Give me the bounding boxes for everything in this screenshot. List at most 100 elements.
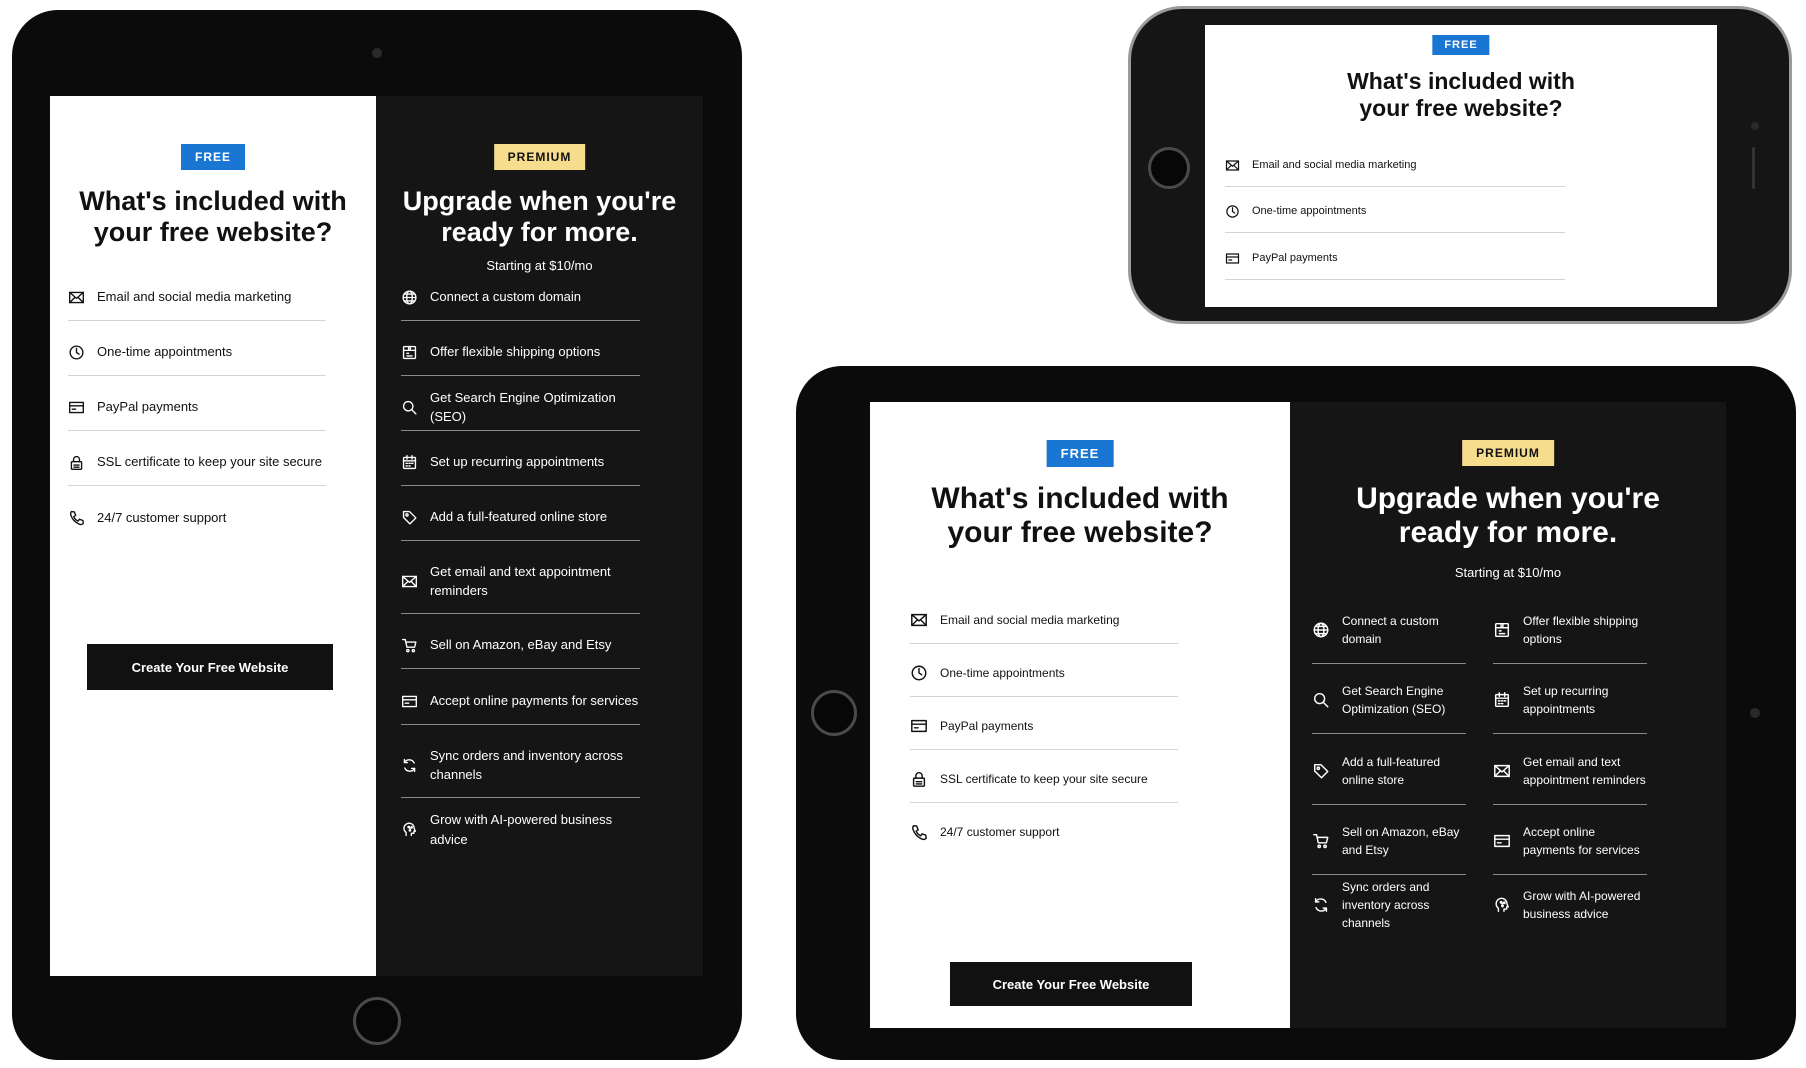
globe-icon [1313, 622, 1329, 637]
premium-feature-row: Grow with AI-powered business advice [401, 806, 640, 853]
ai-head-icon [403, 822, 417, 837]
free-feature-row: 24/7 customer support [68, 494, 326, 541]
sync-icon [403, 758, 416, 772]
feature-label: 24/7 customer support [97, 509, 227, 525]
feature-label: Sync orders and inventory across channel… [430, 747, 623, 783]
home-button[interactable] [811, 690, 857, 736]
mail-icon [1225, 160, 1240, 171]
front-camera [1751, 122, 1759, 130]
feature-label: Sync orders and inventory across channel… [1342, 880, 1430, 930]
free-badge: FREE [180, 144, 246, 170]
premium-feature-row: Sell on Amazon, eBay and Etsy [401, 622, 640, 669]
feature-label: SSL certificate to keep your site secure [940, 771, 1148, 786]
free-feature-row: PayPal payments [68, 384, 326, 431]
feature-label: Set up recurring appointments [430, 454, 605, 470]
premium-feature-row: Set up recurring appointments [1493, 666, 1647, 734]
feature-label: PayPal payments [1252, 252, 1338, 265]
premium-feature-row: Get email and text appointment reminders [401, 549, 640, 614]
phone-icon [912, 824, 927, 841]
create-free-website-button[interactable]: Create Your Free Website [87, 644, 333, 690]
free-feature-row: PayPal payments [910, 702, 1178, 750]
premium-feature-row: Get Search Engine Optimization (SEO) [1312, 666, 1466, 734]
feature-label: Add a full-featured online store [430, 509, 608, 525]
feature-label: Get Search Engine Optimization (SEO) [430, 389, 616, 425]
feature-label: Sell on Amazon, eBay and Etsy [430, 637, 612, 653]
shipping-icon [1494, 622, 1510, 637]
mail-icon [69, 291, 84, 303]
mail-icon [1494, 764, 1510, 777]
premium-feature-row: Connect a custom domain [1312, 596, 1466, 664]
free-heading: What's included with your free website? [1347, 68, 1575, 121]
premium-feature-row: Sell on Amazon, eBay and Etsy [1312, 807, 1466, 875]
feature-label: Get email and text appointment reminders [430, 563, 611, 599]
feature-label: One-time appointments [97, 344, 233, 360]
home-button[interactable] [353, 997, 401, 1045]
globe-icon [402, 289, 417, 305]
mail-icon [402, 575, 417, 587]
feature-label: Email and social media marketing [1252, 159, 1417, 172]
free-heading: What's included with your free website? [79, 186, 347, 247]
tablet-landscape-screen: FREE What's included with your free webs… [870, 402, 1726, 1028]
feature-label: Connect a custom domain [430, 289, 582, 305]
feature-label: Email and social media marketing [940, 612, 1120, 627]
free-feature-row: SSL certificate to keep your site secure [68, 439, 326, 486]
feature-label: PayPal payments [97, 399, 199, 415]
tablet-portrait: FREE What's included with your free webs… [12, 10, 742, 1060]
feature-label: 24/7 customer support [940, 825, 1060, 839]
lock-icon [70, 455, 83, 470]
feature-label: Get Search Engine Optimization (SEO) [1342, 683, 1446, 716]
premium-feature-row: Add a full-featured online store [401, 494, 640, 541]
free-feature-row: One-time appointments [1225, 191, 1565, 233]
feature-label: Accept online payments for services [430, 693, 639, 709]
free-plan-panel: FREE What's included with your free webs… [870, 402, 1290, 1028]
home-button[interactable] [1148, 147, 1190, 189]
premium-feature-row: Offer flexible shipping options [401, 329, 640, 376]
feature-label: Sell on Amazon, eBay and Etsy [1342, 824, 1460, 857]
premium-feature-row: Get Search Engine Optimization (SEO) [401, 384, 640, 431]
free-feature-row: Email and social media marketing [910, 596, 1178, 644]
premium-feature-row: Get email and text appointment reminders [1493, 737, 1647, 805]
card-icon [1225, 253, 1240, 264]
feature-label: Offer flexible shipping options [1523, 613, 1639, 646]
feature-label: Get email and text appointment reminders [1523, 754, 1646, 787]
free-badge: FREE [1432, 35, 1490, 55]
free-feature-row: Email and social media marketing [68, 274, 326, 321]
calendar-icon [1494, 691, 1510, 707]
ai-head-icon [1495, 897, 1510, 913]
premium-heading: Upgrade when you're ready for more. [1356, 482, 1660, 549]
calendar-icon [402, 454, 417, 469]
premium-price: Starting at $10/mo [1454, 565, 1562, 580]
premium-feature-row: Add a full-featured online store [1312, 737, 1466, 805]
premium-plan-panel: PREMIUM Upgrade when you're ready for mo… [376, 96, 703, 976]
free-feature-row: SSL certificate to keep your site secure [910, 755, 1178, 803]
premium-feature-row: Sync orders and inventory across channel… [1312, 878, 1466, 932]
feature-label: One-time appointments [940, 665, 1065, 680]
feature-label: One-time appointments [1252, 205, 1367, 218]
tablet-landscape: FREE What's included with your free webs… [796, 366, 1796, 1060]
front-camera [1750, 708, 1760, 718]
tag-icon [402, 510, 417, 525]
feature-label: Grow with AI-powered business advice [1523, 889, 1641, 921]
premium-badge: PREMIUM [1462, 440, 1554, 466]
tag-icon [1313, 763, 1329, 778]
premium-feature-row: Connect a custom domain [401, 274, 640, 321]
free-plan-panel: FREE What's included with your free webs… [50, 96, 376, 976]
feature-label: Offer flexible shipping options [430, 344, 601, 360]
premium-heading: Upgrade when you're ready for more. [402, 186, 677, 247]
premium-feature-row: Accept online payments for services [1493, 807, 1647, 875]
free-feature-row: Email and social media marketing [1225, 145, 1565, 187]
card-icon [69, 401, 84, 413]
card-icon [402, 695, 417, 707]
clock-icon [69, 344, 84, 360]
free-feature-row: PayPal payments [1225, 238, 1565, 280]
feature-label: Add a full-featured online store [1342, 754, 1441, 787]
free-feature-row: 24/7 customer support [910, 808, 1178, 856]
premium-badge: PREMIUM [493, 144, 586, 170]
feature-label: PayPal payments [940, 718, 1034, 733]
sync-icon [1314, 897, 1328, 913]
premium-feature-row: Sync orders and inventory across channel… [401, 733, 640, 798]
create-free-website-button[interactable]: Create Your Free Website [950, 962, 1192, 1006]
premium-plan-panel: PREMIUM Upgrade when you're ready for mo… [1290, 402, 1726, 1028]
card-icon [911, 719, 927, 732]
free-feature-row: One-time appointments [910, 649, 1178, 697]
